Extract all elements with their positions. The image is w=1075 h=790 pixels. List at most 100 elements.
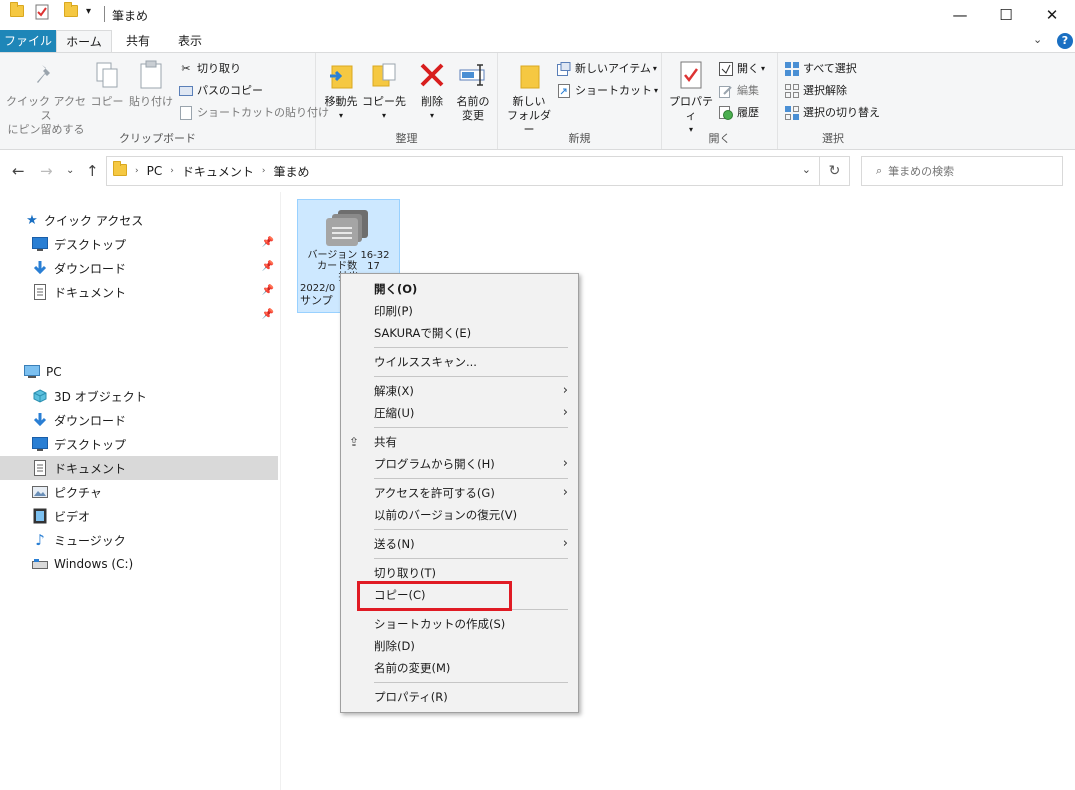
select-all-label: すべて選択 bbox=[803, 62, 857, 75]
pin-quick-access-button[interactable]: クイック アクセス にピン留めする bbox=[6, 59, 86, 137]
minimize-button[interactable]: — bbox=[937, 0, 983, 30]
sidebar-item-pc[interactable]: PC bbox=[0, 360, 278, 384]
delete-button[interactable]: 削除 ▾ bbox=[414, 59, 450, 123]
sidebar-label-3d-objects: 3D オブジェクト bbox=[54, 389, 147, 404]
tab-file[interactable]: ファイル bbox=[0, 30, 56, 52]
new-group: 新しい フォルダー 新しいアイテム ▾ ショートカット ▾ 新規 bbox=[498, 53, 662, 149]
new-item-button[interactable]: 新しいアイテム ▾ bbox=[556, 59, 657, 79]
address-bar[interactable]: › PC › ドキュメント › 筆まめ ⌄ bbox=[106, 156, 820, 186]
context-menu-item[interactable]: 開く(O) bbox=[341, 278, 578, 300]
invert-selection-button[interactable]: 選択の切り替え bbox=[784, 103, 880, 123]
pane-divider[interactable] bbox=[280, 192, 281, 790]
breadcrumb-fudemame[interactable]: 筆まめ bbox=[273, 163, 309, 180]
sidebar-item-3d-objects[interactable]: 3D オブジェクト bbox=[0, 384, 278, 408]
context-menu-item[interactable]: 名前の変更(M) bbox=[341, 657, 578, 679]
context-menu-item[interactable]: 解凍(X) › bbox=[341, 380, 578, 402]
search-box[interactable]: ⌕ bbox=[861, 156, 1063, 186]
sidebar-item-music[interactable]: ♪ ミュージック bbox=[0, 528, 278, 552]
film-icon bbox=[32, 508, 48, 524]
properties-quick-icon[interactable] bbox=[34, 4, 50, 20]
sidebar-item-videos[interactable]: ビデオ bbox=[0, 504, 278, 528]
copy-path-button[interactable]: パスのコピー bbox=[178, 81, 263, 101]
context-menu-item[interactable]: 以前のバージョンの復元(V) bbox=[341, 504, 578, 526]
search-input[interactable] bbox=[888, 164, 1059, 178]
rename-button[interactable]: 名前の 変更 bbox=[452, 59, 494, 123]
scissors-icon: ✂ bbox=[181, 62, 191, 75]
open-button[interactable]: 開く ▾ bbox=[718, 59, 765, 79]
maximize-button[interactable]: ☐ bbox=[983, 0, 1029, 30]
submenu-arrow-icon: › bbox=[562, 536, 568, 551]
breadcrumb-chevron-icon[interactable]: › bbox=[262, 166, 266, 176]
context-menu-item[interactable]: アクセスを許可する(G) › bbox=[341, 482, 578, 504]
up-arrow-icon[interactable]: ↑ bbox=[86, 162, 99, 180]
ribbon-tabs: ファイル ホーム 共有 表示 ⌄ ? bbox=[0, 30, 1075, 52]
clipboard-group-label: クリップボード bbox=[119, 132, 196, 145]
chevron-down-icon[interactable]: ⌄ bbox=[1033, 33, 1042, 46]
pin-icon[interactable]: 📌 bbox=[262, 285, 274, 296]
context-menu-item[interactable]: 印刷(P) bbox=[341, 300, 578, 322]
context-menu-label: 切り取り(T) bbox=[374, 566, 436, 580]
context-menu-item[interactable]: ウイルススキャン... bbox=[341, 351, 578, 373]
context-menu-item[interactable]: 削除(D) bbox=[341, 635, 578, 657]
open-group-label: 開く bbox=[708, 132, 731, 145]
pin-icon[interactable]: 📌 bbox=[262, 237, 274, 248]
new-folder-button[interactable]: 新しい フォルダー bbox=[504, 59, 554, 137]
context-menu-item[interactable]: 圧縮(U) › bbox=[341, 402, 578, 424]
copy-ribbon-button[interactable]: コピー bbox=[88, 59, 126, 109]
sidebar-item-pictures[interactable]: ピクチャ bbox=[0, 480, 278, 504]
history-button[interactable]: 履歴 bbox=[718, 103, 759, 123]
cut-button[interactable]: ✂ 切り取り bbox=[178, 59, 241, 79]
sidebar-item-downloads-quick[interactable]: ダウンロード 📌 bbox=[0, 256, 278, 280]
help-icon[interactable]: ? bbox=[1057, 33, 1073, 49]
tab-share[interactable]: 共有 bbox=[114, 30, 162, 52]
forward-arrow-icon[interactable]: → bbox=[40, 162, 53, 180]
breadcrumb-documents[interactable]: ドキュメント bbox=[182, 163, 254, 180]
paste-button[interactable]: 貼り付け bbox=[128, 59, 174, 109]
context-menu-item[interactable]: プログラムから開く(H) › bbox=[341, 453, 578, 475]
breadcrumb-pc[interactable]: PC bbox=[147, 164, 163, 178]
pictures-icon bbox=[32, 484, 48, 500]
sidebar-label-documents-pc: ドキュメント bbox=[54, 461, 127, 476]
sidebar-item-desktop-quick[interactable]: デスクトップ 📌 bbox=[0, 232, 278, 256]
quick-access-dropdown-icon[interactable]: ▾ bbox=[86, 6, 91, 17]
navigation-pane: ★ クイック アクセス デスクトップ 📌 ダウンロード 📌 ドキュメント 📌 📌… bbox=[0, 200, 280, 790]
file-caption-line: バージョン 16-32 bbox=[307, 250, 390, 261]
menu-separator bbox=[374, 347, 568, 348]
pin-icon[interactable]: 📌 bbox=[262, 261, 274, 272]
sidebar-item-windows-c[interactable]: Windows (C:) bbox=[0, 552, 278, 576]
move-to-button[interactable]: 移動先 ▾ bbox=[320, 59, 362, 123]
context-menu-item[interactable]: SAKURAで開く(E) bbox=[341, 322, 578, 344]
title-bar: ▾ 筆まめ — ☐ ✕ bbox=[0, 0, 1075, 30]
context-menu-item[interactable]: プロパティ(R) bbox=[341, 686, 578, 708]
pin-icon[interactable]: 📌 bbox=[262, 309, 274, 320]
context-menu-item[interactable]: ショートカットの作成(S) bbox=[341, 613, 578, 635]
new-folder-quick-icon[interactable] bbox=[64, 2, 78, 17]
close-button[interactable]: ✕ bbox=[1029, 0, 1075, 30]
new-group-label: 新規 bbox=[568, 132, 591, 145]
select-none-button[interactable]: 選択解除 bbox=[784, 81, 847, 101]
sidebar-item-downloads[interactable]: ダウンロード bbox=[0, 408, 278, 432]
sidebar-item-quick-access[interactable]: ★ クイック アクセス bbox=[0, 208, 278, 232]
refresh-button[interactable]: ↻ bbox=[820, 156, 850, 186]
sidebar-item-documents-quick[interactable]: ドキュメント 📌 bbox=[0, 280, 278, 304]
back-arrow-icon[interactable]: ← bbox=[12, 162, 25, 180]
select-all-button[interactable]: すべて選択 bbox=[784, 59, 857, 79]
edit-button[interactable]: 編集 bbox=[718, 81, 759, 101]
copy-to-label: コピー先 bbox=[362, 95, 406, 108]
easy-access-shortcut-button[interactable]: ショートカット ▾ bbox=[556, 81, 658, 101]
sidebar-item-desktop[interactable]: デスクトップ bbox=[0, 432, 278, 456]
copy-to-button[interactable]: コピー先 ▾ bbox=[362, 59, 406, 123]
breadcrumb-chevron-icon[interactable]: › bbox=[170, 166, 174, 176]
context-menu-label: プロパティ(R) bbox=[374, 690, 448, 704]
sidebar-item-hidden[interactable]: 📌 bbox=[0, 304, 278, 328]
sidebar-item-documents[interactable]: ドキュメント bbox=[0, 456, 278, 480]
recent-locations-chevron-icon[interactable]: ⌄ bbox=[66, 165, 74, 176]
address-dropdown-icon[interactable]: ⌄ bbox=[802, 163, 811, 176]
tab-home[interactable]: ホーム bbox=[56, 30, 112, 52]
paste-shortcut-button[interactable]: ショートカットの貼り付け bbox=[178, 103, 329, 123]
context-menu-label: 削除(D) bbox=[374, 639, 415, 653]
context-menu-item[interactable]: ⇪ 共有 bbox=[341, 431, 578, 453]
properties-button[interactable]: プロパティ ▾ bbox=[666, 59, 716, 137]
context-menu-item[interactable]: 送る(N) › bbox=[341, 533, 578, 555]
tab-view[interactable]: 表示 bbox=[166, 30, 214, 52]
